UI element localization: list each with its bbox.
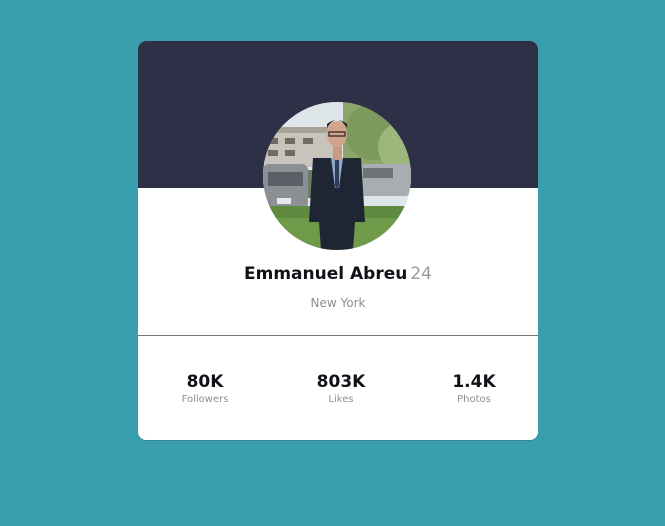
stat-followers-value: 80K xyxy=(186,372,224,392)
profile-location: New York xyxy=(310,296,366,310)
profile-stats: 80K Followers 803K Likes 1.4K Photos xyxy=(138,372,538,422)
stat-followers: 80K Followers xyxy=(145,372,265,406)
stat-followers-label: Followers xyxy=(181,394,229,405)
stat-photos-label: Photos xyxy=(457,394,491,405)
stat-photos-value: 1.4K xyxy=(452,372,496,392)
profile-avatar xyxy=(263,102,411,250)
profile-name-row: Emmanuel Abreu 24 xyxy=(138,264,538,284)
stat-photos: 1.4K Photos xyxy=(414,372,534,406)
stat-likes: 803K Likes xyxy=(281,372,401,406)
profile-name: Emmanuel Abreu xyxy=(244,264,408,284)
stat-likes-value: 803K xyxy=(316,372,366,392)
profile-card: Emmanuel Abreu 24 New York 80K Followers … xyxy=(138,41,538,440)
card-divider xyxy=(138,335,538,336)
profile-age: 24 xyxy=(410,264,432,284)
stat-likes-label: Likes xyxy=(328,394,354,405)
